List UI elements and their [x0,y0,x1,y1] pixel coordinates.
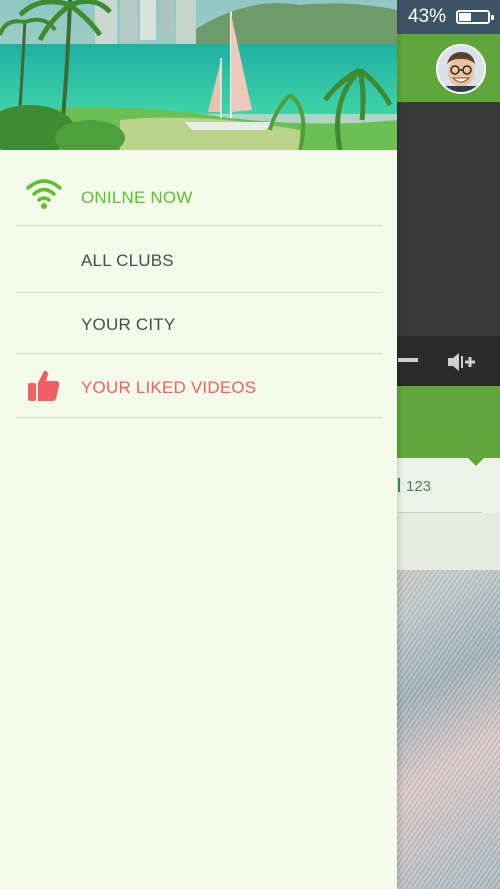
menu-item-your-liked-videos[interactable]: YOUR LIKED VIDEOS [16,354,382,418]
pointer-notch [468,458,484,466]
battery-level-fill [459,13,471,21]
menu-item-label: YOUR LIKED VIDEOS [81,378,257,397]
battery-icon [456,10,494,24]
user-avatar[interactable] [436,44,486,94]
menu-item-label: ONILNE NOW [81,188,193,207]
thumbs-up-icon [26,368,62,404]
count-value: 123 [406,478,432,495]
drawer-header-image [0,0,397,150]
battery-percent: 43% [407,6,446,27]
count-icon [398,478,400,492]
wifi-icon [26,176,62,212]
volume-up-icon[interactable] [446,350,476,374]
menu-item-all-clubs[interactable]: ALL CLUBS [16,226,382,293]
menu-item-online-now[interactable]: ONILNE NOW [16,162,382,226]
menu-item-label: ALL CLUBS [81,251,174,270]
minus-icon[interactable] [398,358,418,362]
menu-item-your-city[interactable]: YOUR CITY [16,293,382,354]
navigation-drawer: ONILNE NOW ALL CLUBS YOUR CITY YOUR LIKE… [0,0,397,889]
menu-item-label: YOUR CITY [81,315,176,334]
